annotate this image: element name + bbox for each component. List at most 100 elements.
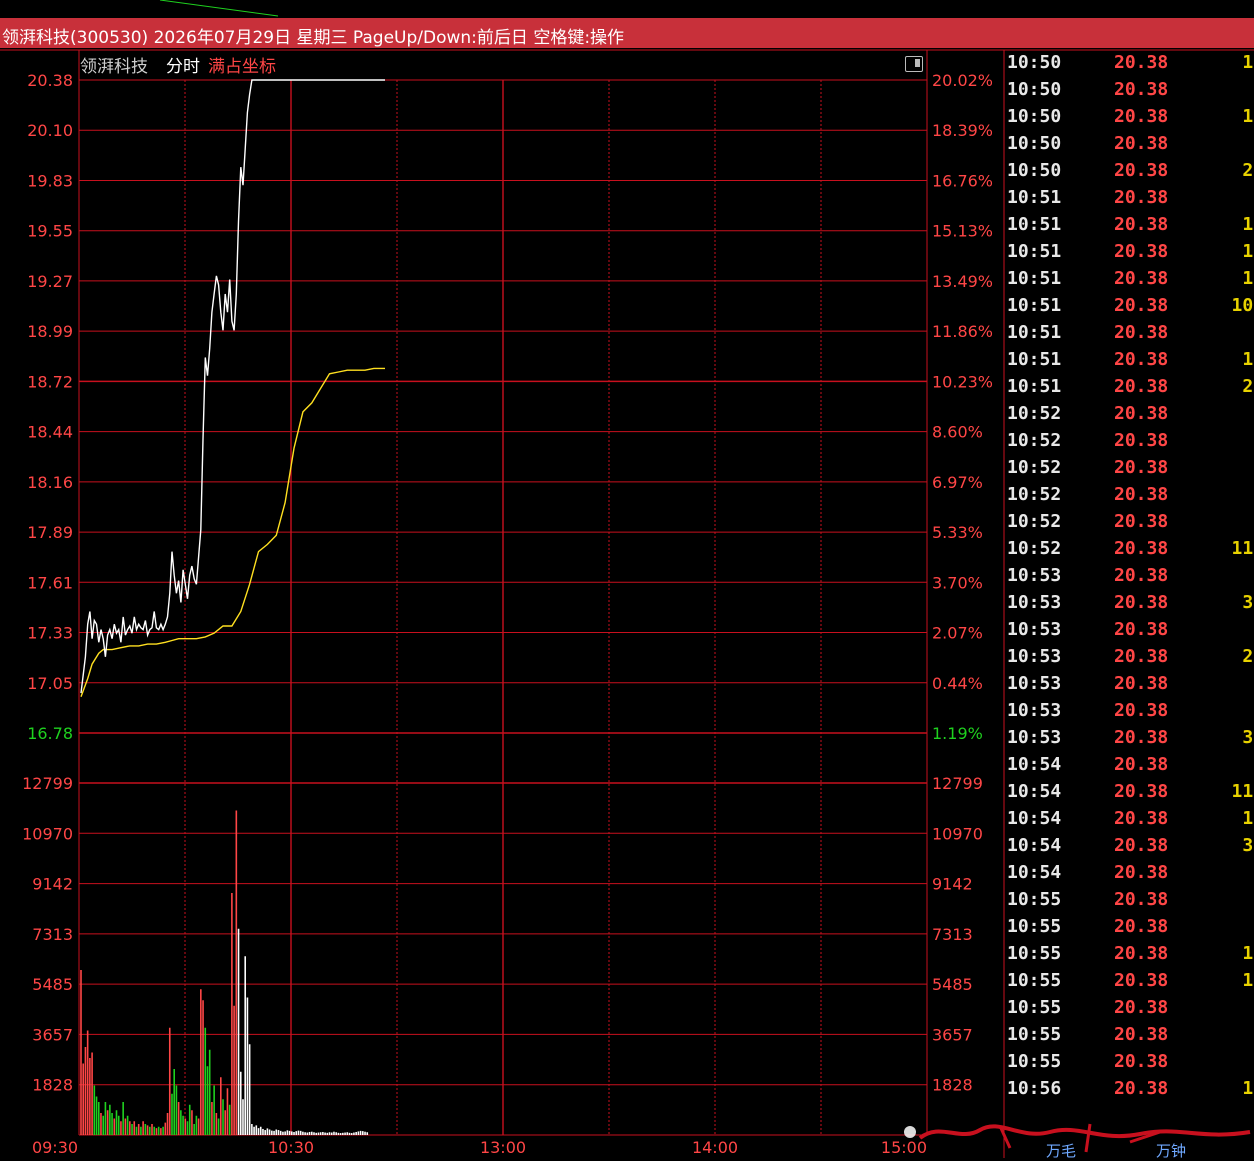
price-tick-label: 20.38 [27,71,73,90]
pct-tick-label: 20.02% [932,71,993,90]
price-tick-label: 18.44 [27,423,73,442]
trade-price: 20.38 [1114,1078,1169,1099]
trade-price: 20.38 [1114,889,1169,910]
trade-row: 10:54 20.38 10 [1004,806,1254,833]
trade-time: 10:56 [1007,1078,1062,1099]
trade-row: 10:52 20.38 1 [1004,509,1254,536]
trade-price: 20.38 [1114,727,1169,748]
coord-mode-label[interactable]: 满占坐标 [208,57,276,77]
trade-row: 10:51 20.38 1 [1004,185,1254,212]
trade-row: 10:55 20.38 17 [1004,941,1254,968]
trade-row: 10:54 20.38 7 [1004,752,1254,779]
trade-volume: 3 [1204,916,1254,937]
trade-row: 10:53 20.38 1 [1004,698,1254,725]
pct-tick-label: 1.19% [932,724,983,743]
trade-row: 10:55 20.38 8 [1004,1049,1254,1076]
trade-row: 10:52 20.38 2 [1004,401,1254,428]
trade-volume: 20 [1242,160,1254,181]
pct-tick-label: 13.49% [932,272,993,291]
pct-tick-label: 10.23% [932,372,993,391]
trade-time: 10:53 [1007,700,1062,721]
price-tick-label: 17.33 [27,624,73,643]
trade-volume: 2 [1204,403,1254,424]
bottom-tabs: 万毛 万钟 [1004,1108,1254,1160]
trade-time: 10:51 [1007,241,1062,262]
price-tick-label: 18.16 [27,473,73,492]
trade-price: 20.38 [1114,1024,1169,1045]
trade-list[interactable]: 10:5020.381610:5020.38510:5020.381010:50… [1004,50,1254,1108]
trade-row: 10:55 20.38 5 [1004,995,1254,1022]
trade-time: 10:50 [1007,52,1062,73]
volume-layer [80,810,369,1135]
volume-tick-label: 3657 [932,1025,973,1044]
price-tick-label: 18.72 [27,372,73,391]
trade-volume: 39 [1242,727,1254,748]
trade-time: 10:53 [1007,673,1062,694]
pct-tick-label: 3.70% [932,573,983,592]
expand-panel-icon[interactable] [905,56,923,72]
trade-row: 10:53 20.38 39 [1004,725,1254,752]
trade-time: 10:51 [1007,214,1062,235]
trade-time: 10:50 [1007,133,1062,154]
trade-time: 10:52 [1007,430,1062,451]
volume-tick-label: 12799 [932,774,983,793]
volume-tick-label: 1828 [32,1076,73,1095]
trade-volume: 5 [1204,862,1254,883]
mode-label[interactable]: 分时 [166,57,200,77]
trade-row: 10:55 20.38 10 [1004,968,1254,995]
trade-volume: 5 [1204,997,1254,1018]
trade-volume: 4 [1204,619,1254,640]
trade-time: 10:51 [1007,322,1062,343]
trade-price: 20.38 [1114,241,1169,262]
trade-price: 20.38 [1114,52,1169,73]
trade-row: 10:51 20.38 14 [1004,266,1254,293]
pct-tick-label: 16.76% [932,171,993,190]
trade-price: 20.38 [1114,700,1169,721]
trade-volume: 5 [1204,565,1254,586]
trade-row: 10:52 20.38 1 [1004,455,1254,482]
trade-row: 10:51 20.38 10 [1004,239,1254,266]
trade-time: 10:55 [1007,970,1062,991]
time-tick-label: 09:30 [32,1138,78,1157]
trade-row: 10:53 20.38 5 [1004,563,1254,590]
pct-tick-label: 18.39% [932,121,993,140]
trade-time: 10:54 [1007,808,1062,829]
trade-volume: 14 [1242,1078,1254,1099]
trade-price: 20.38 [1114,862,1169,883]
trade-row: 10:54 20.38 37 [1004,833,1254,860]
trade-time: 10:54 [1007,862,1062,883]
trade-time: 10:54 [1007,781,1062,802]
price-tick-label: 16.78 [27,724,73,743]
trade-time: 10:52 [1007,403,1062,424]
trade-price: 20.38 [1114,1051,1169,1072]
trade-price: 20.38 [1114,484,1169,505]
trade-volume: 3 [1204,1024,1254,1045]
stock-name: 领湃科技 [80,57,148,77]
trade-price: 20.38 [1114,646,1169,667]
pct-tick-label: 0.44% [932,674,983,693]
trade-volume: 20 [1242,376,1254,397]
trade-volume: 2 [1204,889,1254,910]
trade-row: 10:51 20.38 10 [1004,212,1254,239]
trade-price: 20.38 [1114,808,1169,829]
trade-row: 10:51 20.38 20 [1004,374,1254,401]
trade-price: 20.38 [1114,322,1169,343]
trade-volume: 1 [1204,430,1254,451]
trade-price: 20.38 [1114,592,1169,613]
pct-tick-label: 11.86% [932,322,993,341]
trade-price: 20.38 [1114,565,1169,586]
trade-price: 20.38 [1114,214,1169,235]
trade-volume: 8 [1204,1051,1254,1072]
trade-price: 20.38 [1114,943,1169,964]
line-layer [80,79,385,697]
trade-time: 10:55 [1007,889,1062,910]
trade-time: 10:53 [1007,592,1062,613]
trade-time: 10:55 [1007,997,1062,1018]
trade-row: 10:52 20.38 110 [1004,536,1254,563]
pct-tick-label: 2.07% [932,624,983,643]
trade-time: 10:52 [1007,511,1062,532]
trade-volume: 10 [1242,808,1254,829]
trade-volume: 10 [1242,241,1254,262]
trade-time: 10:55 [1007,1024,1062,1045]
trade-row: 10:56 20.38 14 [1004,1076,1254,1103]
